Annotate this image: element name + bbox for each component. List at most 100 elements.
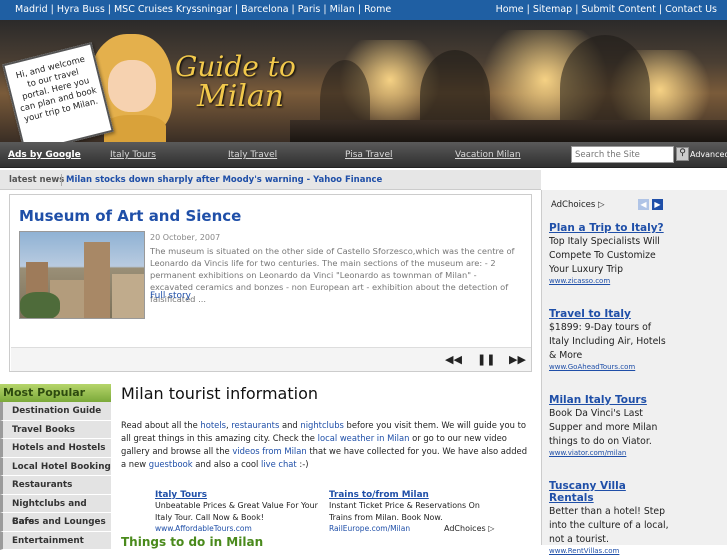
feature-title[interactable]: Museum of Art and Sience [19,207,241,225]
top-bar: Madrid | Hyra Buss | MSC Cruises Kryssningar… [0,0,727,20]
ad-url[interactable]: www.zicasso.com [549,277,669,285]
ad-url[interactable]: www.viator.com/milan [549,449,669,457]
building-shape [84,242,110,318]
sidebar-item-destination-guide[interactable]: Destination Guide [0,402,111,421]
ad-next-icon[interactable]: ▶ [652,199,663,210]
ad-title-link[interactable]: Trains to/from Milan [329,490,499,500]
restaurants-link[interactable]: restaurants [231,420,279,430]
tree-shape [20,292,60,318]
ad-title-link[interactable]: Milan Italy Tours [549,394,669,406]
ad-url[interactable]: www.AffordableTours.com [155,524,325,533]
separator: | [575,4,579,15]
weather-link[interactable]: local weather in Milan [318,433,410,443]
ad-prev-icon[interactable]: ◀ [638,199,649,210]
ad-description: Instant Ticket Price & Reservations On T… [329,501,480,522]
most-popular-sidebar: Most Popular Destination Guide Travel Bo… [0,384,111,550]
separator: | [50,4,54,15]
sidebar-item-nightclubs-bars[interactable]: Nightclubs and Bars [0,494,111,527]
ad-title-link[interactable]: Plan a Trip to Italy? [549,222,669,234]
sidebar-item-cafes-lounges[interactable]: Cafes and Lounges [0,513,111,532]
separator: | [291,4,295,15]
things-to-do-heading: Things to do in Milan [121,535,264,549]
top-link-msc-cruises[interactable]: MSC Cruises Kryssningar [114,4,232,15]
top-link-rome[interactable]: Rome [364,4,391,15]
divider [61,174,62,186]
sidebar-item-travel-books[interactable]: Travel Books [0,420,111,439]
ad-description: Better than a hotel! Step into the cultu… [549,506,669,545]
top-link-sitemap[interactable]: Sitemap [533,4,572,15]
sidebar-heading: Most Popular [0,384,111,402]
featured-article: Museum of Art and Sience 20 October, 200… [9,194,532,372]
right-ad: Milan Italy Tours Book Da Vinci's Last S… [549,394,669,457]
right-ad-column: AdChoices ▷ ◀ ▶ Plan a Trip to Italy? To… [541,190,727,555]
videos-link[interactable]: videos from Milan [232,446,306,456]
search-icon[interactable]: ⚲ [676,147,689,161]
advanced-search-link[interactable]: Advanced [690,150,727,159]
nav-link-vacation-milan[interactable]: Vacation Milan [455,150,521,160]
previous-icon[interactable]: ◀◀ [445,352,462,368]
guestbook-link[interactable]: guestbook [149,459,193,469]
ad-description: Book Da Vinci's Last Supper and more Mil… [549,408,658,447]
top-link-milan[interactable]: Milan [330,4,355,15]
sidebar-item-hotels-hostels[interactable]: Hotels and Hostels [0,439,111,458]
intro-text: and [279,420,301,430]
intro-text: and also a cool [192,459,261,469]
separator: | [658,4,663,15]
right-ad: Plan a Trip to Italy? Top Italy Speciali… [549,222,669,285]
separator: | [357,4,362,15]
nav-link-italy-tours[interactable]: Italy Tours [110,150,156,160]
news-ticker: latest news Milan stocks down sharply af… [0,170,541,190]
separator: | [323,4,327,15]
ad-description: Top Italy Specialists Will Compete To Cu… [549,236,660,275]
sidebar-item-local-hotel-booking[interactable]: Local Hotel Booking [0,457,111,476]
sidebar-item-entertainment[interactable]: Entertainment [0,531,111,550]
top-site-links: Home | Sitemap | Submit Content | Contact Us [496,0,717,20]
nav-link-italy-travel[interactable]: Italy Travel [228,150,277,160]
ad-title-link[interactable]: Travel to Italy [549,308,669,320]
adchoices-link[interactable]: AdChoices ▷ [444,524,494,533]
slideshow-controls: ◀◀ ❚❚ ▶▶ [11,347,531,371]
site-logo[interactable]: Guide to Milan [175,52,296,112]
separator: | [234,4,239,15]
separator: | [107,4,111,15]
mascot-body [104,115,166,142]
hotels-link[interactable]: hotels [200,420,226,430]
logo-line-2: Milan [197,79,285,114]
top-link-paris[interactable]: Paris [298,4,321,15]
ad-url[interactable]: www.GoAheadTours.com [549,363,669,371]
live-chat-link[interactable]: live chat [261,459,297,469]
top-link-hyra-buss[interactable]: Hyra Buss [57,4,105,15]
ad-url[interactable]: www.RentVillas.com [549,547,669,555]
full-story-link[interactable]: Full story [150,291,191,301]
top-link-home[interactable]: Home [496,4,524,15]
intro-paragraph: Read about all the hotels, restaurants a… [121,419,531,471]
feature-date: 20 October, 2007 [150,233,221,242]
adchoices-link[interactable]: AdChoices ▷ [551,200,605,210]
top-destination-links: Madrid | Hyra Buss | MSC Cruises Kryssningar… [15,0,391,20]
ads-by-google-link[interactable]: Ads by Google [8,150,81,160]
news-headline-link[interactable]: Milan stocks down sharply after Moody's … [66,170,382,190]
ad-title-link[interactable]: Tuscany Villa Rentals [549,480,669,504]
header-banner: Hi, and welcome to our travel portal. He… [0,20,727,142]
next-icon[interactable]: ▶▶ [509,352,526,368]
ad-description: Unbeatable Prices & Great Value For Your… [155,501,318,522]
ad-description: $1899: 9-Day tours of Italy Including Ai… [549,322,666,361]
feature-thumbnail[interactable] [19,231,145,319]
sidebar-item-restaurants[interactable]: Restaurants [0,476,111,495]
right-ad: Tuscany Villa Rentals Better than a hote… [549,480,669,555]
search-input[interactable] [571,146,674,163]
pause-icon[interactable]: ❚❚ [477,352,495,368]
ad-title-link[interactable]: Italy Tours [155,490,325,500]
nav-link-pisa-travel[interactable]: Pisa Travel [345,150,393,160]
right-ad: Travel to Italy $1899: 9-Day tours of It… [549,308,669,371]
top-link-contact-us[interactable]: Contact Us [665,4,717,15]
top-link-barcelona[interactable]: Barcelona [241,4,288,15]
intro-text: :-) [296,459,309,469]
mascot-face [108,60,156,112]
top-link-madrid[interactable]: Madrid [15,4,48,15]
news-label: latest news [9,175,65,185]
top-link-submit-content[interactable]: Submit Content [581,4,656,15]
separator: | [526,4,530,15]
building-shape [112,274,144,318]
nightclubs-link[interactable]: nightclubs [300,420,343,430]
